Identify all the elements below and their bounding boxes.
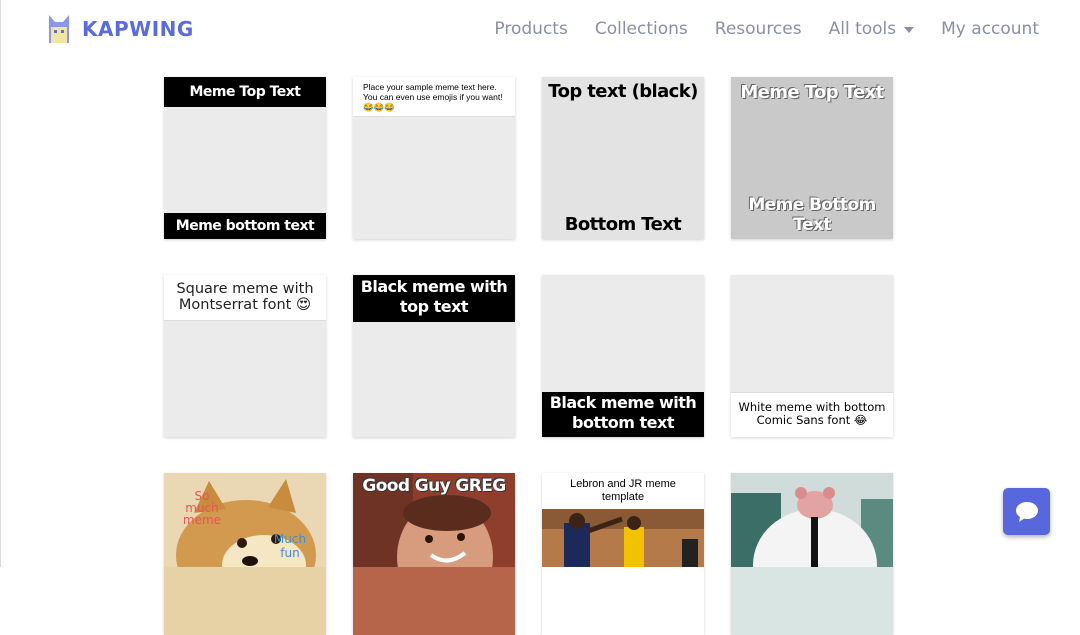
brand-logo[interactable]: KAPWING bbox=[47, 13, 194, 45]
caret-down-icon bbox=[904, 27, 915, 33]
template-montserrat-square[interactable]: Square meme with Montserrat font 😍 bbox=[164, 275, 326, 437]
cat-logo-icon bbox=[49, 15, 69, 43]
meme-top-text: Top text (black) bbox=[548, 81, 698, 102]
template-black-top-text[interactable]: Black meme with top text bbox=[353, 275, 515, 437]
nav-all-tools[interactable]: All tools bbox=[829, 19, 915, 39]
main-nav: Products Collections Resources All tools… bbox=[494, 19, 1039, 39]
meme-top-text: Black meme with top text bbox=[353, 275, 515, 322]
template-doge[interactable]: So much meme Much fun bbox=[164, 473, 326, 635]
pig-costume-image bbox=[731, 473, 893, 567]
brand-name: KAPWING bbox=[82, 17, 194, 41]
meme-bottom-text: Black meme with bottom text bbox=[542, 392, 704, 437]
meme-text-red: So much meme bbox=[182, 489, 222, 527]
meme-top-text: Meme Top Text bbox=[740, 82, 884, 103]
meme-caption-text: Lebron and JR meme template bbox=[542, 473, 704, 509]
nav-products[interactable]: Products bbox=[494, 19, 567, 39]
nav-resources[interactable]: Resources bbox=[715, 19, 802, 39]
lebron-jr-image bbox=[542, 509, 704, 567]
template-top-text-black[interactable]: Top text (black) Bottom Text bbox=[542, 77, 704, 239]
template-text-caption-white[interactable]: Place your sample meme text here. You ca… bbox=[353, 77, 515, 239]
nav-my-account[interactable]: My account bbox=[941, 19, 1039, 39]
template-good-guy-greg[interactable]: Good Guy GREG bbox=[353, 473, 515, 635]
meme-bottom-text: Bottom Text bbox=[564, 214, 682, 235]
meme-bottom-text: White meme with bottom Comic Sans font 😂 bbox=[731, 392, 893, 437]
template-meme-top-bottom-black[interactable]: Meme Top Text Meme bottom text bbox=[164, 77, 326, 239]
meme-bottom-text: Meme Bottom Text bbox=[748, 195, 876, 235]
nav-all-tools-label: All tools bbox=[828, 19, 897, 39]
meme-bottom-text: Meme bottom text bbox=[164, 213, 326, 239]
template-pig-costume[interactable] bbox=[731, 473, 893, 635]
meme-caption-text: Place your sample meme text here. You ca… bbox=[353, 77, 515, 117]
template-lebron-jr[interactable]: Lebron and JR meme template bbox=[542, 473, 704, 635]
top-navbar: KAPWING Products Collections Resources A… bbox=[1, 0, 1080, 56]
nav-collections[interactable]: Collections bbox=[595, 19, 688, 39]
chat-bubble-icon bbox=[1015, 501, 1038, 522]
meme-caption-text: Square meme with Montserrat font 😍 bbox=[164, 275, 326, 321]
meme-top-text: Good Guy GREG bbox=[362, 476, 506, 496]
template-black-bottom-text[interactable]: Black meme with bottom text bbox=[542, 275, 704, 437]
meme-text-blue: Much fun bbox=[273, 532, 307, 560]
template-comic-sans-bottom[interactable]: White meme with bottom Comic Sans font 😂 bbox=[731, 275, 893, 437]
chat-button[interactable] bbox=[1003, 488, 1050, 535]
template-classic-white-impact[interactable]: Meme Top Text Meme Bottom Text bbox=[731, 77, 893, 239]
meme-top-text: Meme Top Text bbox=[164, 77, 326, 107]
